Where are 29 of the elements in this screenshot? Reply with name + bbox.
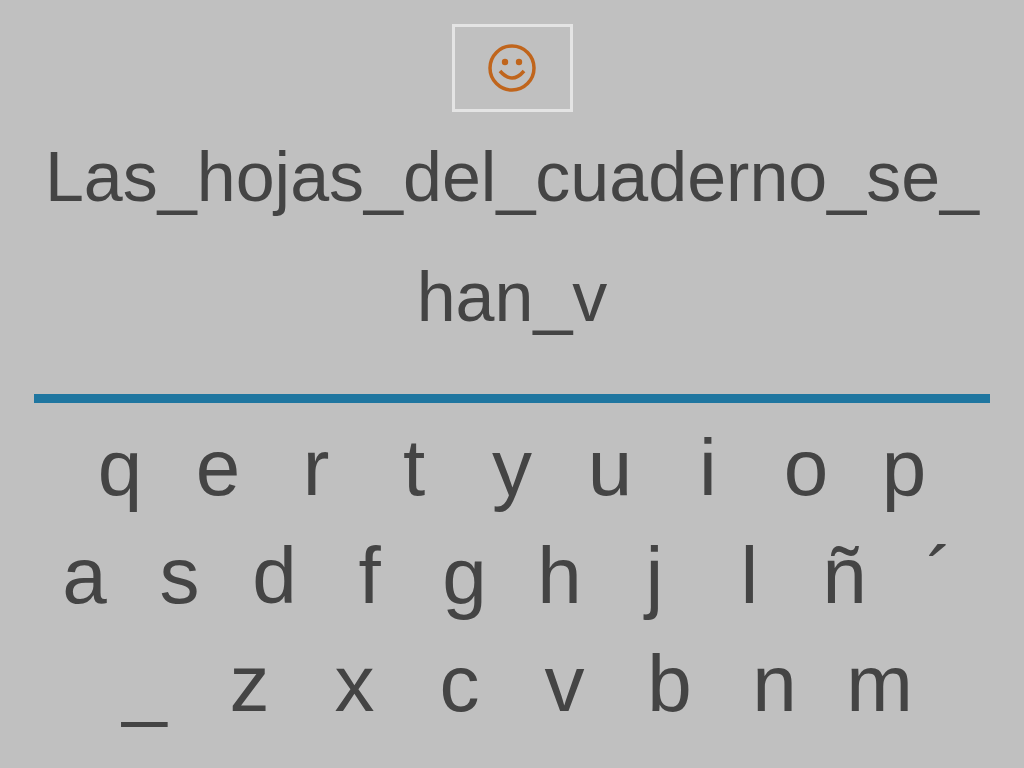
letter-key[interactable]: m (827, 641, 932, 727)
letter-key[interactable]: r (267, 425, 365, 511)
smiley-icon (487, 43, 537, 93)
letter-key[interactable]: _ (92, 641, 197, 727)
letter-key[interactable]: n (722, 641, 827, 727)
letter-key[interactable]: s (132, 533, 227, 619)
letter-key[interactable]: u (561, 425, 659, 511)
letter-key[interactable]: c (407, 641, 512, 727)
letter-key[interactable]: x (302, 641, 407, 727)
letter-key[interactable]: e (169, 425, 267, 511)
letter-key[interactable]: ñ (797, 533, 892, 619)
letter-key[interactable]: z (197, 641, 302, 727)
letter-key[interactable]: h (512, 533, 607, 619)
letter-key[interactable]: y (463, 425, 561, 511)
letter-key[interactable]: p (855, 425, 953, 511)
letter-key[interactable]: t (365, 425, 463, 511)
letter-key[interactable]: f (322, 533, 417, 619)
letter-key[interactable]: o (757, 425, 855, 511)
letter-key[interactable]: i (659, 425, 757, 511)
letter-key[interactable]: d (227, 533, 322, 619)
letter-key[interactable]: q (71, 425, 169, 511)
letter-key[interactable]: a (37, 533, 132, 619)
letter-key[interactable]: b (617, 641, 722, 727)
feedback-button[interactable] (451, 24, 573, 112)
letter-key[interactable]: l (702, 533, 797, 619)
letter-key[interactable]: j (607, 533, 702, 619)
letter-key[interactable]: ´ (892, 533, 987, 619)
letter-key[interactable]: g (417, 533, 512, 619)
letter-key[interactable]: v (512, 641, 617, 727)
